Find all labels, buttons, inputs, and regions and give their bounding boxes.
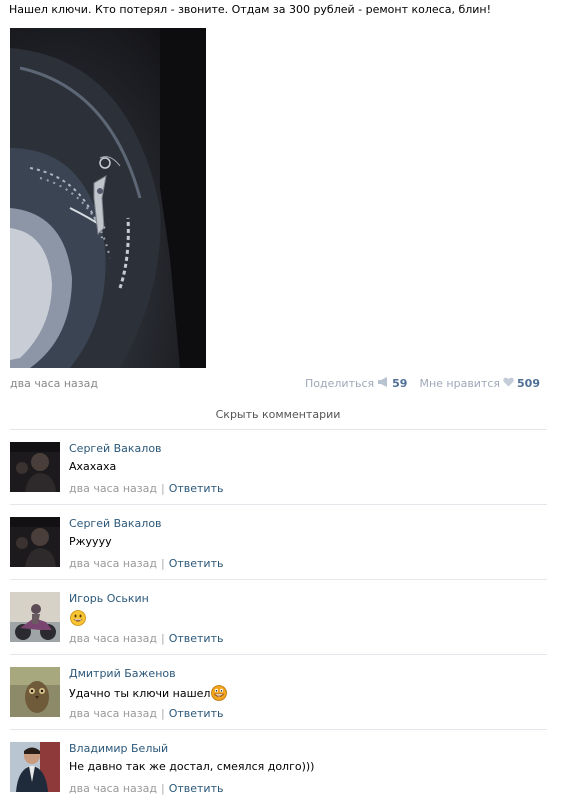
tire-with-keys-image: [10, 28, 206, 368]
post-text: Нашел ключи. Кто потерял - звоните. Отда…: [9, 3, 492, 16]
comment-author[interactable]: Сергей Вакалов: [69, 517, 162, 530]
post-meta: два часа назад Поделиться 59 Мне нравитс…: [10, 377, 540, 391]
comment-author[interactable]: Дмитрий Баженов: [69, 667, 176, 680]
comment-text-content: Не давно так же достал, смеялся долго))): [69, 760, 315, 773]
comment-text: [69, 610, 86, 626]
share-button[interactable]: Поделиться 59: [305, 377, 407, 390]
grin-emoji-icon: [211, 685, 228, 701]
megaphone-icon: [377, 377, 389, 390]
comment-item: Сергей Вакалов Ржуууу два часа назад | Отв…: [10, 505, 547, 579]
share-label: Поделиться: [305, 377, 375, 390]
comment-author[interactable]: Сергей Вакалов: [69, 442, 162, 455]
comment-item: Владимир Белый Не давно так же достал, с…: [10, 730, 547, 804]
smile-emoji-icon: [70, 610, 86, 626]
reply-link[interactable]: Ответить: [169, 482, 224, 495]
comment-text-content: Удачно ты ключи нашел: [69, 686, 211, 700]
comment-meta: два часа назад | Ответить: [69, 482, 223, 495]
divider: |: [160, 782, 165, 795]
hide-comments-link[interactable]: Скрыть комментарии: [0, 408, 556, 421]
comment-time[interactable]: два часа назад: [69, 482, 157, 495]
comment-text: Ржуууу: [69, 535, 112, 548]
avatar[interactable]: [10, 592, 60, 642]
comment-text: Ахахаха: [69, 460, 116, 473]
avatar[interactable]: [10, 517, 60, 567]
post-time[interactable]: два часа назад: [10, 377, 98, 390]
like-button[interactable]: Мне нравится 509: [419, 377, 540, 390]
heart-icon: [503, 377, 514, 390]
divider: |: [160, 632, 165, 645]
comment-meta: два часа назад | Ответить: [69, 707, 223, 720]
comment-time[interactable]: два часа назад: [69, 707, 157, 720]
comment-text: Не давно так же достал, смеялся долго))): [69, 760, 314, 773]
comment-meta: два часа назад | Ответить: [69, 632, 223, 645]
share-count: 59: [392, 377, 408, 390]
reply-link[interactable]: Ответить: [169, 557, 224, 570]
reply-link[interactable]: Ответить: [169, 707, 224, 720]
comment-author[interactable]: Игорь Оськин: [69, 592, 149, 605]
comment-time[interactable]: два часа назад: [69, 782, 157, 795]
avatar[interactable]: [10, 742, 60, 792]
divider: |: [160, 707, 165, 720]
like-label: Мне нравится: [419, 377, 501, 390]
divider: |: [160, 482, 165, 495]
comment-item: Дмитрий Баженов Удачно ты ключи нашел дв…: [10, 655, 547, 729]
comment-text-content: Ахахаха: [69, 460, 117, 473]
avatar[interactable]: [10, 667, 60, 717]
comment-meta: два часа назад | Ответить: [69, 557, 223, 570]
comment-time[interactable]: два часа назад: [69, 632, 157, 645]
comment-text: Удачно ты ключи нашел: [69, 685, 228, 701]
post-photo[interactable]: [10, 28, 206, 368]
like-count: 509: [517, 377, 540, 390]
divider: |: [160, 557, 165, 570]
avatar[interactable]: [10, 442, 60, 492]
reply-link[interactable]: Ответить: [169, 782, 224, 795]
comment-meta: два часа назад | Ответить: [69, 782, 223, 795]
reply-link[interactable]: Ответить: [169, 632, 224, 645]
comment-author[interactable]: Владимир Белый: [69, 742, 168, 755]
comment-item: Игорь Оськин два часа назад | Ответить: [10, 580, 547, 654]
post-actions: Поделиться 59 Мне нравится 509: [305, 377, 540, 390]
comment-time[interactable]: два часа назад: [69, 557, 157, 570]
comment-item: Сергей Вакалов Ахахаха два часа назад | От…: [10, 430, 547, 504]
comment-text-content: Ржуууу: [69, 535, 112, 548]
